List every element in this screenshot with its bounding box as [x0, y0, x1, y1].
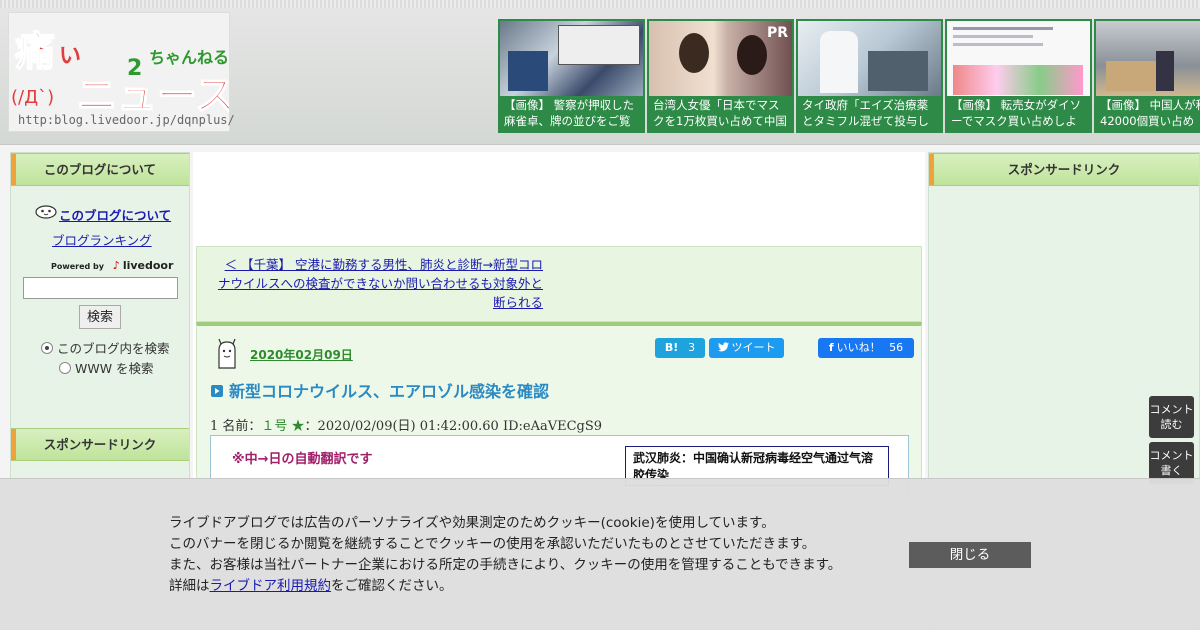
- face-icon: [35, 205, 57, 219]
- thumbnail-card[interactable]: PR 台湾人女優「日本でマスクを1万枚買い占めて中国に: [647, 19, 794, 133]
- hatena-label: B!: [664, 341, 679, 354]
- response-header: 1 名前：１号 ★：2020/02/09(日) 01:42:00.60 ID:e…: [210, 415, 602, 434]
- svg-text:い: い: [59, 44, 81, 69]
- hatena-count: 3: [688, 341, 696, 354]
- cookie-banner: ライブドアブログでは広告のパーソナライズや効果測定のためクッキー(cookie)…: [0, 478, 1200, 630]
- like-label: いいね！: [836, 341, 881, 354]
- cookie-text: ライブドアブログでは広告のパーソナライズや効果測定のためクッキー(cookie)…: [169, 513, 841, 597]
- translation-note: ※中→日の自動翻訳です: [232, 452, 373, 467]
- sidebar-heading-sponsor-right: スポンサードリンク: [929, 153, 1199, 186]
- livedoor-brand: livedoor: [122, 259, 174, 272]
- sidebar-heading-about: このブログについて: [11, 153, 189, 186]
- cookie-close-button[interactable]: 閉じる: [909, 542, 1031, 568]
- sidebar-heading-sponsor: スポンサードリンク: [11, 428, 189, 461]
- search-input[interactable]: [23, 277, 178, 299]
- cookie-line-1: ライブドアブログでは広告のパーソナライズや効果測定のためクッキー(cookie)…: [169, 515, 775, 531]
- ad-space: [193, 152, 925, 244]
- svg-text:2: 2: [127, 56, 142, 81]
- logo-url-text: http:blog.livedoor.jp/dqnplus/: [18, 113, 235, 127]
- livedoor-logo-icon: ♪: [112, 259, 120, 272]
- radio-search-www[interactable]: WWW を検索: [59, 358, 154, 377]
- hatena-bookmark-button[interactable]: B! 3: [655, 338, 705, 358]
- facebook-like-button[interactable]: f いいね！ 56: [818, 338, 914, 358]
- radio-unselected-icon[interactable]: [59, 362, 71, 374]
- cookie-line-4-suffix: をご確認ください。: [331, 578, 453, 594]
- twitter-bird-icon: [717, 342, 729, 352]
- title-bullet-icon: [211, 385, 223, 397]
- header-thumbnail-strip: 【画像】 警察が押収した麻雀卓、牌の並びをご覧くだ PR 台湾人女優「日本でマス…: [496, 19, 1200, 133]
- blog-ranking-link[interactable]: ブログランキング: [52, 230, 152, 249]
- powered-by-livedoor: Powered by ♪ livedoor: [51, 259, 173, 272]
- previous-article-nav: ＜ 【千葉】 空港に勤務する男性、肺炎と診断→新型コロナウイルスへの検査ができな…: [196, 246, 922, 322]
- thumbnail-image: [947, 21, 1090, 96]
- svg-text:ニュース: ニュース: [77, 73, 229, 113]
- thumbnail-caption: 【画像】 転売女がダイソーでマスク買い占めしようと: [951, 98, 1082, 131]
- thumbnail-card[interactable]: 【画像】 警察が押収した麻雀卓、牌の並びをご覧くだ: [498, 19, 645, 133]
- logo-graphic: 痛 い ニュース ちゃんねる 2 (/Д`): [11, 28, 229, 113]
- thumbnail-card[interactable]: 【画像】 中国人が秋スク42000個買い占め: [1094, 19, 1200, 133]
- header-stripe: [0, 0, 1200, 8]
- response-info: ：2020/02/09(日) 01:42:00.60 ID:eAaVECgS9: [304, 419, 603, 434]
- tweet-label: ツイート: [731, 341, 776, 354]
- thumbnail-image: [798, 21, 941, 96]
- thumbnail-caption: 台湾人女優「日本でマスクを1万枚買い占めて中国に: [653, 98, 787, 131]
- cookie-line-4: 詳細はライブドア利用規約をご確認ください。: [169, 576, 841, 597]
- powered-by-text: Powered by: [51, 262, 104, 271]
- response-name: １号 ★: [261, 419, 305, 434]
- thumbnail-image: [1096, 21, 1200, 96]
- like-count: 56: [889, 341, 904, 354]
- blog-logo[interactable]: 痛 い ニュース ちゃんねる 2 (/Д`) http:blog.livedoo…: [8, 12, 235, 132]
- post-date[interactable]: 2020年02月09日: [250, 346, 353, 363]
- thumbnail-caption: 【画像】 中国人が秋スク42000個買い占め: [1100, 98, 1200, 128]
- radio-blog-label: このブログ内を検索: [57, 341, 170, 356]
- terms-link[interactable]: ライブドア利用規約: [210, 578, 332, 594]
- radio-www-label: WWW を検索: [75, 361, 154, 376]
- radio-selected-icon[interactable]: [41, 342, 53, 354]
- response-prefix: 1 名前：: [210, 419, 262, 434]
- svg-text:(/Д`): (/Д`): [11, 87, 54, 108]
- read-comments-button[interactable]: コメント読む: [1149, 396, 1194, 438]
- thumbnail-image: [500, 21, 643, 96]
- previous-article-link[interactable]: ＜ 【千葉】 空港に勤務する男性、肺炎と診断→新型コロナウイルスへの検査ができな…: [213, 255, 543, 312]
- cookie-line-3: また、お客様は当社パートナー企業における所定の手続きにより、クッキーの使用を管理…: [169, 557, 842, 573]
- blog-header: 痛 い ニュース ちゃんねる 2 (/Д`) http:blog.livedoo…: [0, 0, 1200, 145]
- about-blog-link[interactable]: このブログについて: [59, 205, 171, 224]
- mascot-icon: [218, 338, 236, 369]
- thumbnail-caption: 【画像】 警察が押収した麻雀卓、牌の並びをご覧くだ: [504, 98, 635, 131]
- thumbs-up-icon: f: [828, 341, 834, 354]
- thumbnail-image: PR: [649, 21, 792, 96]
- radio-search-blog[interactable]: このブログ内を検索: [41, 338, 170, 357]
- thumbnail-card[interactable]: 【画像】 転売女がダイソーでマスク買い占めしようと: [945, 19, 1092, 133]
- search-button[interactable]: 検索: [79, 305, 121, 329]
- cookie-line-4-prefix: 詳細は: [169, 578, 210, 594]
- post-title[interactable]: 新型コロナウイルス、エアロゾル感染を確認: [211, 378, 549, 402]
- svg-text:痛: 痛: [15, 29, 55, 75]
- tweet-button[interactable]: ツイート: [709, 338, 784, 358]
- post-title-text: 新型コロナウイルス、エアロゾル感染を確認: [229, 382, 550, 401]
- thumbnail-card[interactable]: タイ政府「エイズ治療薬とタミフル混ぜて投与したら: [796, 19, 943, 133]
- thumbnail-caption: タイ政府「エイズ治療薬とタミフル混ぜて投与したら: [802, 98, 929, 131]
- cookie-line-2: このバナーを閉じるか閲覧を継続することでクッキーの使用を承認いただいたものとさせ…: [169, 536, 816, 552]
- svg-text:ちゃんねる: ちゃんねる: [149, 48, 229, 67]
